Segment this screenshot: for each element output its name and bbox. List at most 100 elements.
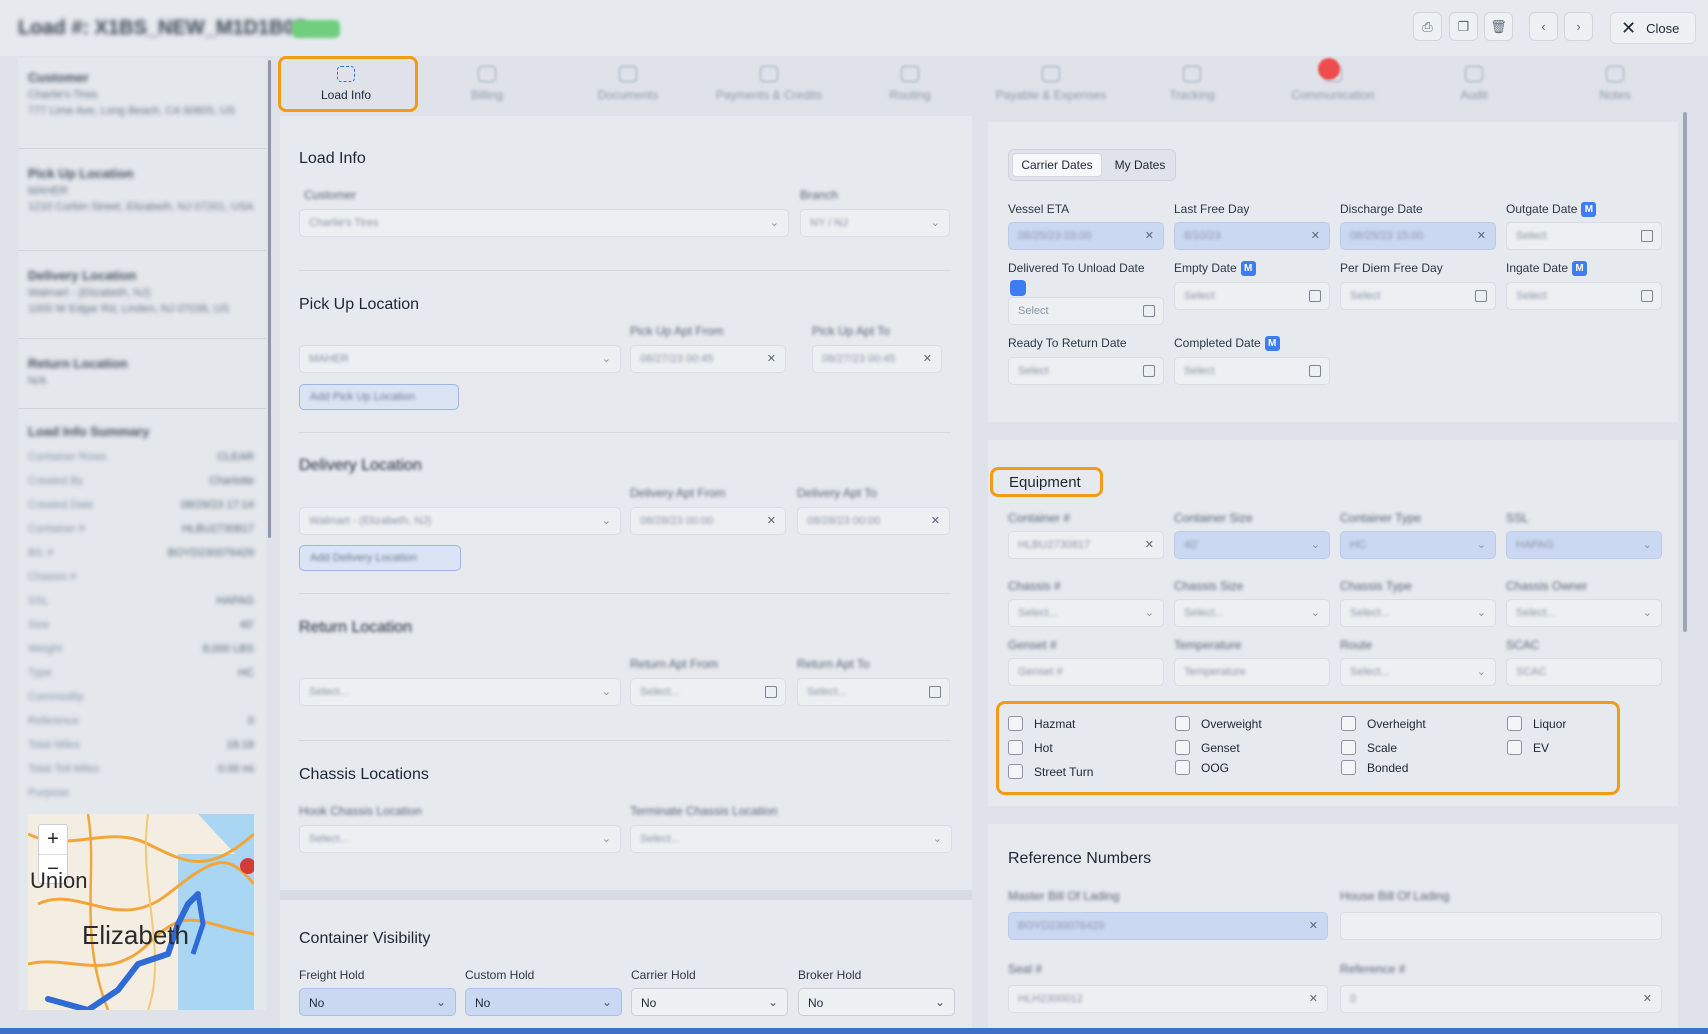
tab-documents[interactable]: Documents (558, 58, 698, 110)
add-delivery-button[interactable]: Add Delivery Location (299, 545, 461, 571)
checkbox-scale[interactable]: Scale (1341, 740, 1397, 755)
chassis-number-select[interactable]: Select... ⌄ (1008, 599, 1164, 627)
chassis-owner-select[interactable]: Select... ⌄ (1506, 599, 1662, 627)
vessel-eta-input[interactable]: 08/25/23 03:00 ✕ (1008, 222, 1164, 250)
checkbox-square[interactable] (1341, 740, 1356, 755)
checkbox-square[interactable] (1008, 764, 1023, 779)
checkbox-overheight[interactable]: Overheight (1341, 716, 1426, 731)
delivered-date-input[interactable]: Select (1008, 297, 1164, 325)
checkbox-liquor[interactable]: Liquor (1507, 716, 1566, 731)
checkbox-square[interactable] (1341, 760, 1356, 775)
route-map[interactable]: + − Union Elizabeth (28, 814, 254, 1010)
tab-billing[interactable]: Billing (417, 58, 557, 110)
tab-tracking[interactable]: Tracking (1122, 58, 1262, 110)
clear-icon[interactable]: ✕ (767, 514, 776, 527)
branch-select[interactable]: NY / NJ ⌄ (800, 209, 950, 237)
last-free-day-input[interactable]: 8/10/23 ✕ (1174, 222, 1330, 250)
checkbox-square[interactable] (1008, 740, 1023, 755)
container-number-input[interactable]: HLBU2730817 ✕ (1008, 531, 1164, 559)
checkbox-label: Overweight (1201, 716, 1262, 731)
chevron-left-icon[interactable]: ‹ (1529, 12, 1558, 41)
outgate-date-input[interactable]: Select (1506, 222, 1662, 250)
checkbox-square[interactable] (1175, 760, 1190, 775)
sidebar-scrollbar[interactable] (268, 60, 271, 538)
clear-icon[interactable]: ✕ (767, 352, 776, 365)
checkbox-square[interactable] (1175, 716, 1190, 731)
checkbox-bonded[interactable]: Bonded (1341, 760, 1408, 775)
delete-icon[interactable]: 🗑 (1484, 12, 1513, 41)
checkbox-oog[interactable]: OOG (1175, 760, 1229, 775)
terminate-chassis-select[interactable]: Select... ⌄ (630, 825, 952, 853)
clear-icon[interactable]: ✕ (923, 352, 932, 365)
container-type-select[interactable]: HC ⌄ (1340, 531, 1496, 559)
return-from-input[interactable]: Select... (630, 678, 786, 706)
ready-return-input[interactable]: Select (1008, 357, 1164, 385)
empty-date-input[interactable]: Select (1174, 282, 1330, 310)
checkbox-hazmat[interactable]: Hazmat (1008, 716, 1075, 731)
master-bol-input[interactable]: BOYD230076429 ✕ (1008, 912, 1328, 940)
tab-payable-expenses[interactable]: Payable & Expenses (981, 58, 1121, 110)
custom-hold-select[interactable]: No ⌄ (465, 988, 622, 1016)
carrier-hold-select[interactable]: No ⌄ (631, 988, 788, 1016)
scac-input[interactable]: SCAC (1506, 658, 1662, 686)
delivery-to-input[interactable]: 08/28/23 00:00 ✕ (797, 507, 950, 535)
checkbox-street-turn[interactable]: Street Turn (1008, 764, 1093, 779)
return-to-input[interactable]: Select... (797, 678, 950, 706)
checkbox-square[interactable] (1008, 716, 1023, 731)
container-size-select[interactable]: 40' ⌄ (1174, 531, 1330, 559)
clear-icon[interactable]: ✕ (1145, 538, 1154, 551)
print-icon[interactable]: ⎙ (1413, 12, 1442, 41)
copy-icon[interactable]: ❐ (1449, 12, 1478, 41)
pickup-to-input[interactable]: 08/27/23 00:45 ✕ (812, 345, 942, 373)
chevron-right-icon[interactable]: › (1564, 12, 1593, 41)
chassis-type-select[interactable]: Select... ⌄ (1340, 599, 1496, 627)
tab-payments-credits[interactable]: Payments & Credits (699, 58, 839, 110)
add-pickup-button[interactable]: Add Pick Up Location (299, 384, 459, 410)
tab-audit[interactable]: Audit (1404, 58, 1544, 110)
clear-icon[interactable]: ✕ (1477, 229, 1486, 242)
delivery-from-input[interactable]: 08/28/23 00:00 ✕ (630, 507, 786, 535)
carrier-dates-tab[interactable]: Carrier Dates (1012, 153, 1102, 177)
checkbox-square[interactable] (1175, 740, 1190, 755)
checkbox-overweight[interactable]: Overweight (1175, 716, 1262, 731)
return-location-select[interactable]: Select... ⌄ (299, 678, 621, 706)
reference-number-input[interactable]: 0 ✕ (1340, 985, 1662, 1013)
house-bol-input[interactable] (1340, 912, 1662, 940)
clear-icon[interactable]: ✕ (1145, 229, 1154, 242)
hook-chassis-select[interactable]: Select... ⌄ (299, 825, 621, 853)
delivery-location-select[interactable]: Walmart - (Elizabeth, NJ) ⌄ (299, 507, 621, 535)
main-scrollbar[interactable] (1683, 112, 1687, 632)
clear-icon[interactable]: ✕ (931, 514, 940, 527)
ingate-date-input[interactable]: Select (1506, 282, 1662, 310)
seal-input[interactable]: HLH2300012 ✕ (1008, 985, 1328, 1013)
checkbox-genset[interactable]: Genset (1175, 740, 1240, 755)
zoom-in-button[interactable]: + (39, 825, 67, 854)
genset-input[interactable]: Genset # (1008, 658, 1164, 686)
checkbox-ev[interactable]: EV (1507, 740, 1549, 755)
clear-icon[interactable]: ✕ (1643, 992, 1652, 1005)
completed-date-input[interactable]: Select (1174, 357, 1330, 385)
temperature-input[interactable]: Temperature (1174, 658, 1330, 686)
clear-icon[interactable]: ✕ (1311, 229, 1320, 242)
checkbox-square[interactable] (1341, 716, 1356, 731)
clear-icon[interactable]: ✕ (1309, 919, 1318, 932)
tab-notes[interactable]: Notes (1545, 58, 1685, 110)
customer-select[interactable]: Charlie's Tires ⌄ (299, 209, 789, 237)
discharge-date-input[interactable]: 08/25/23 15:00 ✕ (1340, 222, 1496, 250)
freight-hold-select[interactable]: No ⌄ (299, 988, 456, 1016)
chassis-size-select[interactable]: Select... ⌄ (1174, 599, 1330, 627)
m-badge: M (1240, 261, 1256, 277)
tab-routing[interactable]: Routing (840, 58, 980, 110)
per-diem-input[interactable]: Select (1340, 282, 1496, 310)
route-select[interactable]: Select... ⌄ (1340, 658, 1496, 686)
clear-icon[interactable]: ✕ (1309, 992, 1318, 1005)
checkbox-square[interactable] (1507, 716, 1522, 731)
close-button[interactable]: ✕ Close (1610, 12, 1696, 44)
checkbox-hot[interactable]: Hot (1008, 740, 1053, 755)
ssl-select[interactable]: HAPAG ⌄ (1506, 531, 1662, 559)
pickup-location-select[interactable]: MAHER ⌄ (299, 345, 621, 373)
my-dates-tab[interactable]: My Dates (1105, 153, 1175, 177)
pickup-from-input[interactable]: 08/27/23 00:45 ✕ (630, 345, 786, 373)
broker-hold-select[interactable]: No ⌄ (798, 988, 955, 1016)
checkbox-square[interactable] (1507, 740, 1522, 755)
